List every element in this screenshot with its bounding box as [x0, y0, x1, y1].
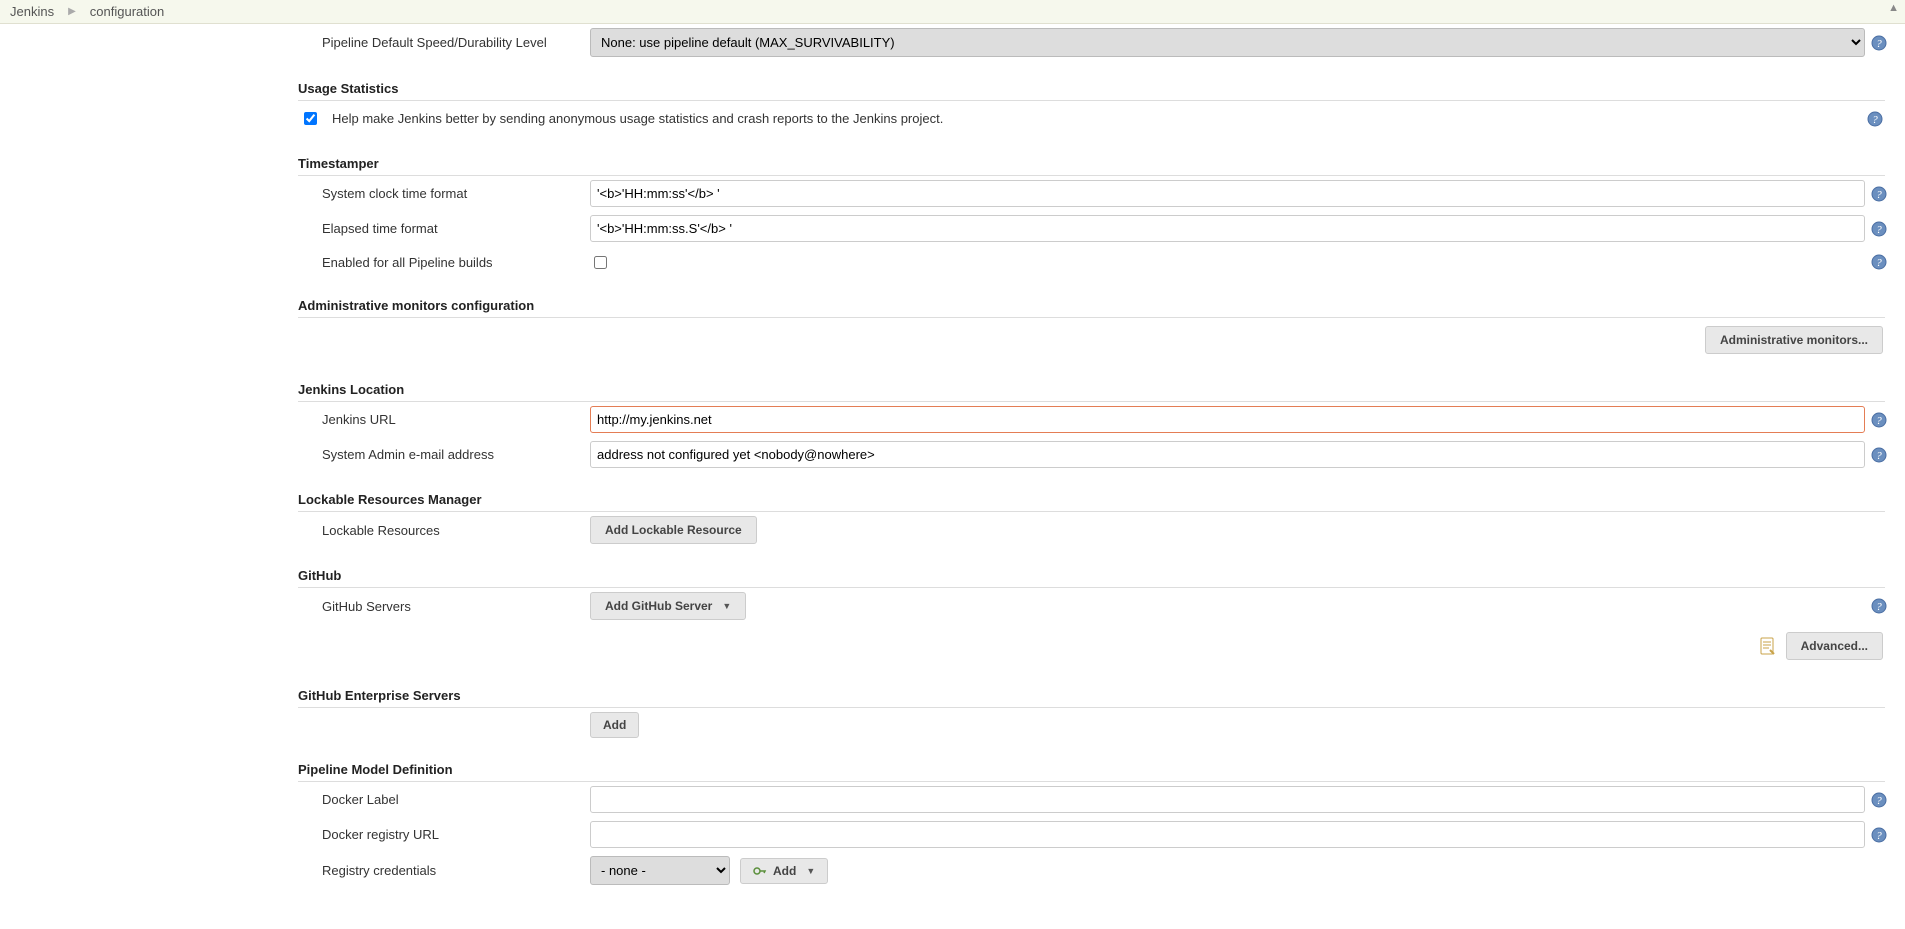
- github-servers-label: GitHub Servers: [298, 599, 590, 614]
- section-lockable: Lockable Resources Manager: [298, 484, 1885, 512]
- docker-label-input[interactable]: [590, 786, 1865, 813]
- add-github-server-label: Add GitHub Server: [605, 599, 712, 613]
- section-jenkins-location: Jenkins Location: [298, 374, 1885, 402]
- github-advanced-row: Advanced...: [298, 624, 1885, 668]
- enabled-all-checkbox[interactable]: [594, 256, 607, 269]
- jenkins-url-input[interactable]: [590, 406, 1865, 433]
- registry-creds-label: Registry credentials: [298, 863, 590, 878]
- help-icon[interactable]: ?: [1871, 221, 1887, 237]
- help-icon[interactable]: ?: [1867, 111, 1883, 127]
- section-github-enterprise: GitHub Enterprise Servers: [298, 680, 1885, 708]
- document-icon: [1758, 636, 1778, 656]
- section-github: GitHub: [298, 560, 1885, 588]
- system-clock-input[interactable]: [590, 180, 1865, 207]
- section-usage-statistics: Usage Statistics: [298, 73, 1885, 101]
- docker-label-label: Docker Label: [298, 792, 590, 807]
- pipeline-default-select[interactable]: None: use pipeline default (MAX_SURVIVAB…: [590, 28, 1865, 57]
- docker-registry-input[interactable]: [590, 821, 1865, 848]
- help-icon[interactable]: ?: [1871, 792, 1887, 808]
- svg-text:?: ?: [1876, 189, 1882, 201]
- help-icon[interactable]: ?: [1871, 827, 1887, 843]
- lockable-row: Lockable Resources Add Lockable Resource: [298, 512, 1885, 548]
- config-form: Pipeline Default Speed/Durability Level …: [0, 24, 1905, 929]
- registry-creds-row: Registry credentials - none - Add ▼: [298, 852, 1885, 889]
- admin-email-label: System Admin e-mail address: [298, 447, 590, 462]
- svg-text:?: ?: [1876, 830, 1882, 842]
- system-clock-label: System clock time format: [298, 186, 590, 201]
- breadcrumb-current[interactable]: configuration: [90, 4, 164, 19]
- svg-text:?: ?: [1876, 450, 1882, 462]
- chevron-down-icon: ▼: [722, 601, 731, 611]
- github-enterprise-row: Add: [298, 708, 1885, 742]
- help-icon[interactable]: ?: [1871, 598, 1887, 614]
- lockable-label: Lockable Resources: [298, 523, 590, 538]
- elapsed-time-label: Elapsed time format: [298, 221, 590, 236]
- docker-registry-label: Docker registry URL: [298, 827, 590, 842]
- elapsed-time-input[interactable]: [590, 215, 1865, 242]
- pipeline-default-label: Pipeline Default Speed/Durability Level: [298, 35, 590, 50]
- svg-text:?: ?: [1876, 601, 1882, 613]
- registry-creds-add-button[interactable]: Add ▼: [740, 858, 828, 884]
- jenkins-url-row: Jenkins URL ?: [298, 402, 1885, 437]
- help-icon[interactable]: ?: [1871, 447, 1887, 463]
- key-icon: [753, 864, 767, 878]
- section-timestamper: Timestamper: [298, 148, 1885, 176]
- enabled-all-row: Enabled for all Pipeline builds ?: [298, 246, 1885, 278]
- svg-text:?: ?: [1876, 795, 1882, 807]
- svg-text:?: ?: [1876, 415, 1882, 427]
- add-github-server-button[interactable]: Add GitHub Server ▼: [590, 592, 746, 620]
- section-pipeline-model: Pipeline Model Definition: [298, 754, 1885, 782]
- jenkins-url-label: Jenkins URL: [298, 412, 590, 427]
- admin-monitors-button[interactable]: Administrative monitors...: [1705, 326, 1883, 354]
- add-lockable-button[interactable]: Add Lockable Resource: [590, 516, 757, 544]
- github-enterprise-add-button[interactable]: Add: [590, 712, 639, 738]
- help-icon[interactable]: ?: [1871, 254, 1887, 270]
- admin-email-row: System Admin e-mail address ?: [298, 437, 1885, 472]
- github-servers-row: GitHub Servers Add GitHub Server ▼ ?: [298, 588, 1885, 624]
- help-icon[interactable]: ?: [1871, 35, 1887, 51]
- admin-email-input[interactable]: [590, 441, 1865, 468]
- usage-stats-label: Help make Jenkins better by sending anon…: [332, 111, 943, 126]
- pipeline-default-row: Pipeline Default Speed/Durability Level …: [298, 24, 1885, 61]
- svg-text:?: ?: [1876, 38, 1882, 50]
- usage-stats-checkbox[interactable]: [304, 112, 317, 125]
- admin-monitors-row: Administrative monitors...: [298, 318, 1885, 362]
- registry-creds-add-label: Add: [773, 864, 796, 878]
- registry-creds-select[interactable]: - none -: [590, 856, 730, 885]
- elapsed-time-row: Elapsed time format ?: [298, 211, 1885, 246]
- usage-stats-row: Help make Jenkins better by sending anon…: [298, 101, 1885, 136]
- section-admin-monitors: Administrative monitors configuration: [298, 290, 1885, 318]
- svg-text:?: ?: [1876, 257, 1882, 269]
- breadcrumb-root[interactable]: Jenkins: [10, 4, 54, 19]
- enabled-all-label: Enabled for all Pipeline builds: [298, 255, 590, 270]
- svg-text:?: ?: [1876, 224, 1882, 236]
- help-icon[interactable]: ?: [1871, 412, 1887, 428]
- docker-label-row: Docker Label ?: [298, 782, 1885, 817]
- svg-text:?: ?: [1872, 114, 1878, 126]
- scroll-up-icon[interactable]: ▲: [1888, 2, 1899, 14]
- breadcrumb-separator-icon: ▶: [68, 6, 76, 17]
- docker-registry-row: Docker registry URL ?: [298, 817, 1885, 852]
- help-icon[interactable]: ?: [1871, 186, 1887, 202]
- breadcrumb-bar: Jenkins ▶ configuration ▲: [0, 0, 1905, 24]
- chevron-down-icon: ▼: [806, 866, 815, 876]
- github-advanced-button[interactable]: Advanced...: [1786, 632, 1883, 660]
- system-clock-row: System clock time format ?: [298, 176, 1885, 211]
